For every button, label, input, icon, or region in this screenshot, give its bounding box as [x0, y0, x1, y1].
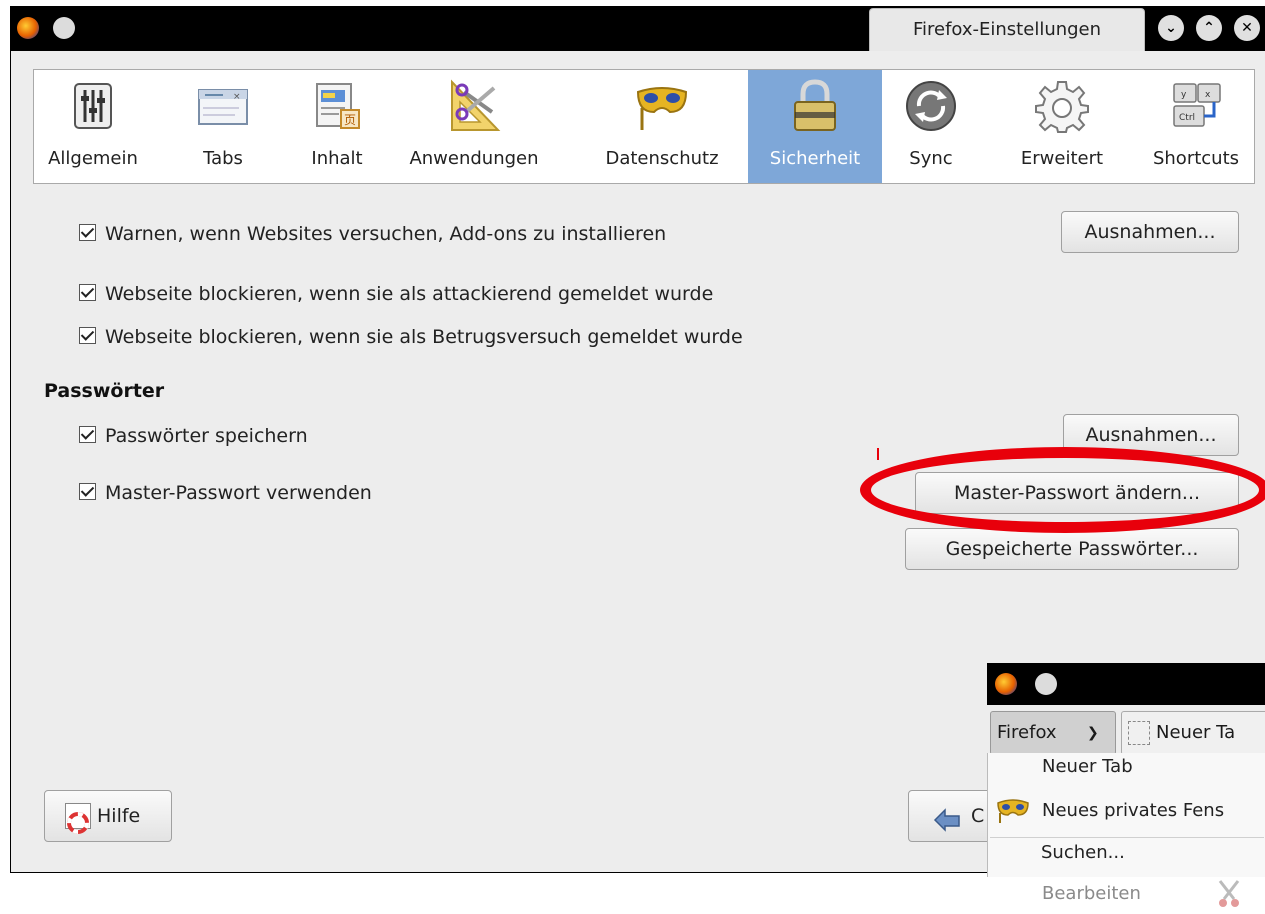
window-menu-icon[interactable] — [1035, 673, 1057, 695]
passwords-heading: Passwörter — [44, 380, 165, 402]
menu-item-find[interactable]: Suchen... — [1041, 842, 1125, 863]
tab-shortcuts[interactable]: y x Ctrl Shortcuts — [1138, 70, 1254, 183]
lifebuoy-icon — [65, 803, 91, 834]
keyboard-keys-icon: y x Ctrl — [1173, 83, 1221, 127]
tab-datenschutz[interactable]: Datenschutz — [582, 70, 742, 183]
checkbox-label: Passwörter speichern — [105, 425, 308, 447]
tab-inhalt[interactable]: 页 Inhalt — [296, 70, 378, 183]
cursor-mark — [877, 448, 879, 460]
maximize-icon[interactable]: ⌃ — [1196, 15, 1222, 41]
privacy-mask-icon — [636, 87, 688, 130]
preferences-toolbar: Allgemein × Tabs 页 Inhalt Anwendungen Da… — [33, 69, 1255, 184]
firefox-menu-button[interactable]: Firefox ❯ — [990, 711, 1116, 755]
warn-addons-option[interactable]: Warnen, wenn Websites versuchen, Add-ons… — [79, 223, 666, 249]
popup-title-bar — [987, 663, 1265, 705]
back-arrow-icon — [931, 801, 963, 832]
close-button-label: C — [971, 805, 985, 827]
save-passwords-option[interactable]: Passwörter speichern — [79, 425, 308, 451]
tab-label: Allgemein — [48, 148, 138, 169]
checkbox-label: Webseite blockieren, wenn sie als Betrug… — [105, 326, 743, 348]
save-passwords-checkbox[interactable] — [79, 426, 96, 443]
addon-exceptions-button[interactable]: Ausnahmen... — [1061, 211, 1239, 253]
sliders-icon — [74, 83, 112, 129]
content-icon: 页 — [316, 83, 360, 129]
tab-label: Tabs — [203, 148, 243, 169]
firefox-menu-overlay: Firefox ❯ Neuer Ta Neuer Tab Neues priva… — [987, 663, 1265, 907]
menu-item-new-private-window[interactable]: Neues privates Fens — [1042, 800, 1224, 821]
minimize-icon[interactable]: ⌄ — [1158, 15, 1184, 41]
checkbox-label: Warnen, wenn Websites versuchen, Add-ons… — [105, 223, 667, 245]
use-master-password-option[interactable]: Master-Passwort verwenden — [79, 482, 372, 508]
tab-label: Anwendungen — [409, 148, 539, 169]
tab-label: Sicherheit — [769, 148, 861, 169]
sync-icon — [906, 81, 956, 131]
menu-item-edit[interactable]: Bearbeiten — [1042, 883, 1141, 904]
block-fraud-option[interactable]: Webseite blockieren, wenn sie als Betrug… — [79, 326, 743, 352]
firefox-logo-icon — [995, 673, 1017, 695]
checkbox-label: Webseite blockieren, wenn sie als attack… — [105, 283, 714, 305]
chevron-down-icon: ❯ — [1087, 725, 1099, 741]
menu-separator — [990, 837, 1264, 838]
svg-text:×: × — [233, 92, 241, 102]
svg-text:y: y — [1181, 90, 1187, 100]
tab-anwendungen[interactable]: Anwendungen — [390, 70, 558, 183]
block-attack-option[interactable]: Webseite blockieren, wenn sie als attack… — [79, 283, 713, 309]
page-icon — [1128, 721, 1150, 745]
tab-label: Erweitert — [1020, 148, 1104, 169]
tab-sicherheit[interactable]: Sicherheit — [748, 70, 882, 183]
firefox-app-menu: Neuer Tab Neues privates Fens Bearbeiten — [987, 753, 1265, 907]
gear-icon — [1035, 81, 1089, 133]
tabs-icon: × — [198, 89, 248, 125]
title-bar: Firefox-Einstellungen ⌄ ⌃ ✕ — [11, 6, 1265, 51]
tab-label: Sync — [909, 148, 953, 169]
block-fraud-checkbox[interactable] — [79, 327, 96, 344]
window-title: Firefox-Einstellungen — [869, 8, 1145, 51]
svg-text:x: x — [1205, 90, 1211, 100]
window-menu-icon[interactable] — [53, 17, 75, 39]
padlock-icon — [794, 79, 836, 131]
browser-tab[interactable]: Neuer Ta — [1121, 711, 1265, 755]
scissors-icon — [1214, 879, 1244, 909]
firefox-logo-icon — [17, 17, 39, 39]
tab-allgemein[interactable]: Allgemein — [34, 70, 152, 183]
close-icon[interactable]: ✕ — [1234, 15, 1260, 41]
warn-addons-checkbox[interactable] — [79, 224, 96, 241]
master-password-checkbox[interactable] — [79, 483, 96, 500]
tab-label: Shortcuts — [1152, 148, 1240, 169]
svg-text:Ctrl: Ctrl — [1179, 113, 1195, 123]
highlight-ellipse — [860, 447, 1265, 533]
tab-title: Neuer Ta — [1156, 722, 1236, 743]
firefox-button-label: Firefox — [997, 722, 1057, 743]
applications-icon — [451, 79, 501, 131]
svg-text:页: 页 — [344, 113, 356, 127]
tab-erweitert[interactable]: Erweitert — [1002, 70, 1122, 183]
help-label: Hilfe — [97, 805, 141, 827]
privacy-mask-icon — [996, 797, 1030, 823]
tab-sync[interactable]: Sync — [894, 70, 968, 183]
tab-label: Inhalt — [311, 148, 363, 169]
saved-passwords-button[interactable]: Gespeicherte Passwörter... — [905, 528, 1239, 570]
tab-label: Datenschutz — [605, 148, 719, 169]
block-attack-checkbox[interactable] — [79, 284, 96, 301]
menu-item-new-tab[interactable]: Neuer Tab — [1042, 756, 1133, 777]
help-button[interactable]: Hilfe — [44, 790, 172, 842]
checkbox-label: Master-Passwort verwenden — [105, 482, 372, 504]
tab-tabs[interactable]: × Tabs — [186, 70, 260, 183]
